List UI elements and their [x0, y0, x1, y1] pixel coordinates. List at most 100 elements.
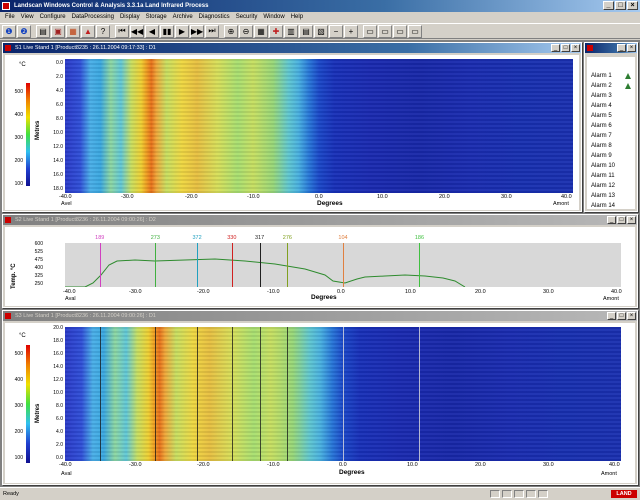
alert-icon[interactable]: ▲: [81, 24, 95, 38]
profile-marker-line[interactable]: [155, 243, 157, 287]
menu-diagnostics[interactable]: Diagnostics: [196, 12, 233, 23]
thermal-image-s1[interactable]: [65, 59, 573, 193]
profile-marker-line[interactable]: [99, 243, 101, 287]
minimize-button[interactable]: _: [607, 216, 616, 224]
profile-marker-line[interactable]: [197, 243, 199, 287]
alarm-window-title[interactable]: _ ×: [585, 43, 637, 53]
menu-dataprocessing[interactable]: DataProcessing: [69, 12, 117, 23]
layout3-icon[interactable]: ▧: [314, 24, 328, 38]
alarm-list: Alarm 1 Alarm 2 Alarm 3 Alarm 4 Alarm 5 …: [587, 57, 635, 209]
alarm-item[interactable]: Alarm 13: [587, 191, 635, 201]
thermal-marker-line[interactable]: [419, 327, 421, 461]
save-icon[interactable]: ▭: [363, 24, 377, 38]
profile-marker-line[interactable]: [343, 243, 344, 287]
alarm-item[interactable]: Alarm 9: [587, 151, 635, 161]
alarm-item[interactable]: Alarm 1: [587, 71, 635, 81]
grid-icon[interactable]: ▦: [254, 24, 268, 38]
alarm-item[interactable]: Alarm 12: [587, 181, 635, 191]
close-button[interactable]: ×: [627, 1, 638, 10]
menu-display[interactable]: Display: [117, 12, 143, 23]
thermal-marker-line[interactable]: [197, 327, 199, 461]
menu-security[interactable]: Security: [233, 12, 261, 23]
info-icon[interactable]: ❶: [2, 24, 16, 38]
camera-icon[interactable]: ▣: [51, 24, 65, 38]
thermal-marker-line[interactable]: [155, 327, 157, 461]
maximize-button[interactable]: □: [617, 312, 626, 320]
zoom-in-icon[interactable]: ⊕: [224, 24, 238, 38]
window-title-s2[interactable]: S2 Live Stand 1 [Product8236 : 26.11.200…: [3, 215, 637, 225]
thermal-marker-line[interactable]: [287, 327, 289, 461]
alarm-active-icon: [625, 83, 631, 89]
menu-window[interactable]: Window: [260, 12, 287, 23]
alarm-item[interactable]: Alarm 5: [587, 111, 635, 121]
print-icon[interactable]: ▤: [36, 24, 50, 38]
archive1-icon[interactable]: ▭: [378, 24, 392, 38]
thermal-marker-line[interactable]: [231, 327, 233, 461]
minus-icon[interactable]: −: [329, 24, 343, 38]
thermal-marker-line[interactable]: [99, 327, 101, 461]
profile-marker-line[interactable]: [419, 243, 421, 287]
profile-marker-line[interactable]: [259, 243, 261, 287]
alarm-item[interactable]: Alarm 11: [587, 171, 635, 181]
x-tick: -10.0: [247, 194, 260, 200]
info2-icon[interactable]: ❷: [17, 24, 31, 38]
close-button[interactable]: ×: [627, 44, 636, 52]
close-button[interactable]: ×: [627, 216, 636, 224]
profile-marker-line[interactable]: [231, 243, 233, 287]
alarm-item[interactable]: Alarm 2: [587, 81, 635, 91]
prev-fast-icon[interactable]: ◀◀: [130, 24, 144, 38]
alarm-item[interactable]: Alarm 3: [587, 91, 635, 101]
x-tick: -30.0: [129, 462, 142, 468]
layout1-icon[interactable]: ▥: [284, 24, 298, 38]
minimize-button[interactable]: _: [617, 44, 626, 52]
thermal-marker-line[interactable]: [343, 327, 344, 461]
x-tick: -40.0: [63, 289, 76, 295]
window-title-s3[interactable]: S3 Live Stand 1 [Product8236 : 26.11.200…: [3, 311, 637, 321]
minimize-button[interactable]: _: [603, 1, 614, 10]
maximize-button[interactable]: □: [561, 44, 570, 52]
close-button[interactable]: ×: [571, 44, 580, 52]
maximize-button[interactable]: □: [617, 216, 626, 224]
layout2-icon[interactable]: ▤: [299, 24, 313, 38]
menu-view[interactable]: View: [18, 12, 37, 23]
alarm-item[interactable]: Alarm 10: [587, 161, 635, 171]
y-tick: 14.0: [53, 364, 63, 370]
color-tick: 200: [14, 158, 23, 164]
menu-file[interactable]: File: [2, 12, 18, 23]
window-title-s1[interactable]: S1 Live Stand 1 [Product8235 : 26.11.200…: [3, 43, 581, 53]
profile-marker-line[interactable]: [287, 243, 289, 287]
pause-icon[interactable]: ▮▮: [160, 24, 174, 38]
thermal-image-s3[interactable]: [65, 327, 621, 461]
alarm-item[interactable]: Alarm 8: [587, 141, 635, 151]
x-tick: 10.0: [377, 194, 388, 200]
close-button[interactable]: ×: [627, 312, 636, 320]
next-icon[interactable]: ▶: [175, 24, 189, 38]
alarm-item[interactable]: Alarm 7: [587, 131, 635, 141]
menu-archive[interactable]: Archive: [170, 12, 196, 23]
alarm-item[interactable]: Alarm 14: [587, 201, 635, 211]
maximize-button[interactable]: □: [615, 1, 626, 10]
profile-chart[interactable]: 189 273 372 330 317 276 104 186: [65, 235, 621, 287]
color-tick: 300: [14, 403, 23, 409]
menu-configure[interactable]: Configure: [37, 12, 69, 23]
last-icon[interactable]: ⏭: [205, 24, 219, 38]
image-icon[interactable]: ▦: [66, 24, 80, 38]
thermal-marker-line[interactable]: [259, 327, 261, 461]
plus-icon[interactable]: +: [344, 24, 358, 38]
alarm-label: Alarm 9: [591, 153, 612, 159]
prev-icon[interactable]: ◀: [145, 24, 159, 38]
minimize-button[interactable]: _: [551, 44, 560, 52]
alarm-item[interactable]: Alarm 6: [587, 121, 635, 131]
crosshair-icon[interactable]: ✚: [269, 24, 283, 38]
alarm-item[interactable]: Alarm 4: [587, 101, 635, 111]
menu-storage[interactable]: Storage: [143, 12, 170, 23]
next-fast-icon[interactable]: ▶▶: [190, 24, 204, 38]
zoom-out-icon[interactable]: ⊖: [239, 24, 253, 38]
archive3-icon[interactable]: ▭: [408, 24, 422, 38]
minimize-button[interactable]: _: [607, 312, 616, 320]
right-end-label: Amont: [603, 296, 619, 302]
archive2-icon[interactable]: ▭: [393, 24, 407, 38]
help-icon[interactable]: ?: [96, 24, 110, 38]
first-icon[interactable]: ⏮: [115, 24, 129, 38]
menu-help[interactable]: Help: [288, 12, 306, 23]
